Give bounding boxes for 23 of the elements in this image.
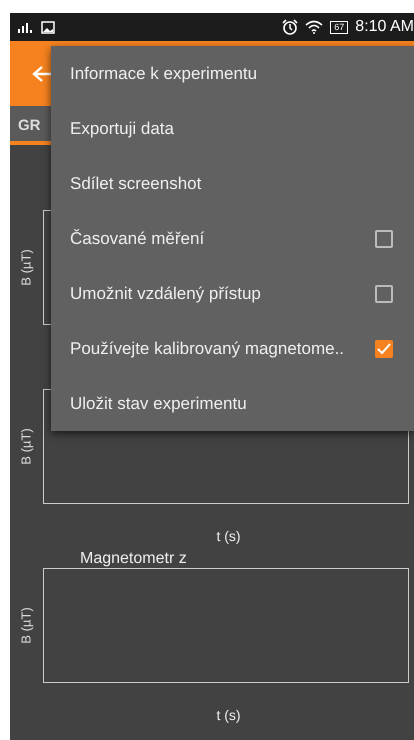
x-axis-label: t (s) (216, 707, 241, 723)
y-axis-label: B (µT) (19, 249, 34, 286)
checkbox[interactable] (375, 284, 393, 302)
checkbox[interactable] (375, 340, 393, 358)
menu-item[interactable]: Časované měření (51, 211, 414, 266)
checkbox[interactable] (375, 230, 393, 248)
x-axis-label: t (s) (216, 528, 241, 544)
menu-item[interactable]: Používejte kalibrovaný magnetome.. (51, 321, 414, 376)
back-arrow-icon[interactable] (32, 64, 52, 82)
clock-time: 8:10 AM (355, 18, 414, 36)
y-axis-label: B (µT) (19, 428, 34, 465)
signal-icon (18, 21, 34, 33)
menu-item[interactable]: Umožnit vzdálený přístup (51, 266, 414, 321)
image-icon (41, 20, 55, 34)
alarm-clock-icon (282, 19, 298, 35)
y-axis-label: B (µT) (19, 607, 34, 644)
chart-title: Magnetometr z (80, 550, 187, 568)
menu-item[interactable]: Informace k experimentu (51, 46, 414, 101)
menu-item[interactable]: Uložit stav experimentu (51, 376, 414, 431)
wifi-icon (305, 20, 324, 34)
battery-level: 67 (330, 20, 348, 34)
menu-item[interactable]: Exportuji data (51, 101, 414, 156)
menu-item[interactable]: Sdílet screenshot (51, 156, 414, 211)
